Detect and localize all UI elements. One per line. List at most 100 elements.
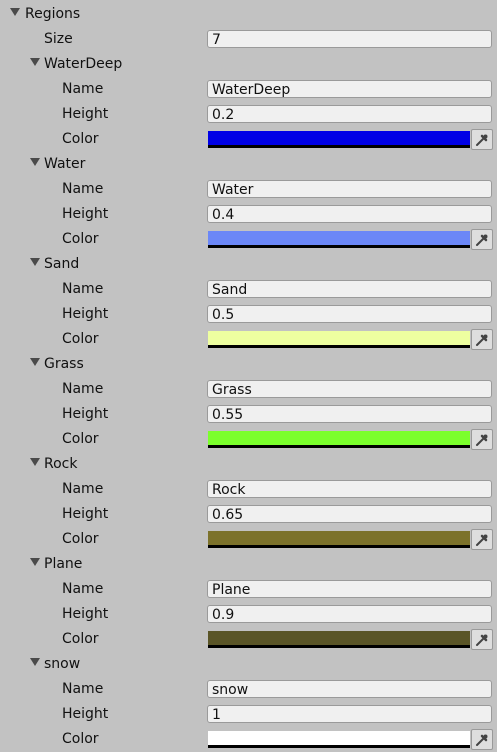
foldout-triangle-icon[interactable] bbox=[10, 8, 20, 16]
name-field[interactable]: Plane bbox=[207, 580, 492, 598]
height-value: 1 bbox=[212, 707, 221, 723]
height-label: Height bbox=[62, 206, 109, 222]
height-row: Height 0.2 bbox=[0, 102, 497, 127]
color-row: Color bbox=[0, 327, 497, 352]
name-field[interactable]: Sand bbox=[207, 280, 492, 298]
region-foldout-row[interactable]: Rock bbox=[0, 452, 497, 477]
name-value: Water bbox=[212, 182, 254, 198]
region-foldout-row[interactable]: Grass bbox=[0, 352, 497, 377]
eyedropper-icon bbox=[476, 734, 488, 746]
color-swatch[interactable] bbox=[208, 131, 470, 148]
height-field[interactable]: 0.9 bbox=[207, 605, 492, 623]
region-foldout-row[interactable]: Water bbox=[0, 152, 497, 177]
region-title: Rock bbox=[44, 456, 78, 472]
regions-label: Regions bbox=[25, 6, 81, 22]
size-value: 7 bbox=[212, 32, 221, 48]
color-label: Color bbox=[62, 331, 99, 347]
height-field[interactable]: 0.5 bbox=[207, 305, 492, 323]
name-field[interactable]: snow bbox=[207, 680, 492, 698]
eyedropper-icon bbox=[476, 534, 488, 546]
color-label: Color bbox=[62, 731, 99, 747]
height-field[interactable]: 0.55 bbox=[207, 405, 492, 423]
height-value: 0.2 bbox=[212, 107, 235, 123]
color-row: Color bbox=[0, 227, 497, 252]
name-field[interactable]: Grass bbox=[207, 380, 492, 398]
eyedropper-button[interactable] bbox=[471, 729, 493, 750]
name-row: Name Rock bbox=[0, 477, 497, 502]
color-swatch[interactable] bbox=[208, 331, 470, 348]
height-row: Height 0.5 bbox=[0, 302, 497, 327]
color-label: Color bbox=[62, 131, 99, 147]
foldout-triangle-icon[interactable] bbox=[30, 258, 40, 266]
height-field[interactable]: 0.2 bbox=[207, 105, 492, 123]
color-swatch[interactable] bbox=[208, 531, 470, 548]
regions-foldout-row[interactable]: Regions bbox=[0, 2, 497, 27]
eyedropper-icon bbox=[476, 334, 488, 346]
eyedropper-icon bbox=[476, 634, 488, 646]
color-swatch[interactable] bbox=[208, 731, 470, 748]
height-value: 0.55 bbox=[212, 407, 244, 423]
color-swatch[interactable] bbox=[208, 631, 470, 648]
height-value: 0.5 bbox=[212, 307, 235, 323]
foldout-triangle-icon[interactable] bbox=[30, 558, 40, 566]
height-row: Height 1 bbox=[0, 702, 497, 727]
name-row: Name Plane bbox=[0, 577, 497, 602]
name-value: Grass bbox=[212, 382, 252, 398]
size-label: Size bbox=[44, 31, 73, 47]
eyedropper-button[interactable] bbox=[471, 629, 493, 650]
height-row: Height 0.4 bbox=[0, 202, 497, 227]
foldout-triangle-icon[interactable] bbox=[30, 58, 40, 66]
region-foldout-row[interactable]: snow bbox=[0, 652, 497, 677]
height-label: Height bbox=[62, 406, 109, 422]
name-field[interactable]: Rock bbox=[207, 480, 492, 498]
name-field[interactable]: Water bbox=[207, 180, 492, 198]
name-field[interactable]: WaterDeep bbox=[207, 80, 492, 98]
eyedropper-button[interactable] bbox=[471, 329, 493, 350]
eyedropper-icon bbox=[476, 234, 488, 246]
region-title: Grass bbox=[44, 356, 84, 372]
height-field[interactable]: 0.65 bbox=[207, 505, 492, 523]
height-field[interactable]: 0.4 bbox=[207, 205, 492, 223]
foldout-triangle-icon[interactable] bbox=[30, 658, 40, 666]
foldout-triangle-icon[interactable] bbox=[30, 158, 40, 166]
color-row: Color bbox=[0, 527, 497, 552]
eyedropper-button[interactable] bbox=[471, 129, 493, 150]
color-swatch[interactable] bbox=[208, 231, 470, 248]
height-label: Height bbox=[62, 306, 109, 322]
size-row: Size 7 bbox=[0, 27, 497, 52]
eyedropper-button[interactable] bbox=[471, 429, 493, 450]
color-row: Color bbox=[0, 627, 497, 652]
name-label: Name bbox=[62, 581, 104, 597]
region-title: Sand bbox=[44, 256, 80, 272]
height-row: Height 0.55 bbox=[0, 402, 497, 427]
height-value: 0.9 bbox=[212, 607, 235, 623]
name-label: Name bbox=[62, 281, 104, 297]
eyedropper-icon bbox=[476, 134, 488, 146]
region-title: Plane bbox=[44, 556, 83, 572]
height-row: Height 0.9 bbox=[0, 602, 497, 627]
height-label: Height bbox=[62, 606, 109, 622]
region-foldout-row[interactable]: Sand bbox=[0, 252, 497, 277]
region-title: Water bbox=[44, 156, 86, 172]
color-row: Color bbox=[0, 727, 497, 752]
height-label: Height bbox=[62, 106, 109, 122]
height-row: Height 0.65 bbox=[0, 502, 497, 527]
name-row: Name Grass bbox=[0, 377, 497, 402]
color-label: Color bbox=[62, 231, 99, 247]
color-label: Color bbox=[62, 531, 99, 547]
eyedropper-button[interactable] bbox=[471, 229, 493, 250]
name-label: Name bbox=[62, 81, 104, 97]
name-row: Name snow bbox=[0, 677, 497, 702]
height-field[interactable]: 1 bbox=[207, 705, 492, 723]
foldout-triangle-icon[interactable] bbox=[30, 358, 40, 366]
size-field[interactable]: 7 bbox=[207, 30, 492, 48]
name-label: Name bbox=[62, 381, 104, 397]
height-label: Height bbox=[62, 506, 109, 522]
region-foldout-row[interactable]: WaterDeep bbox=[0, 52, 497, 77]
color-swatch[interactable] bbox=[208, 431, 470, 448]
color-label: Color bbox=[62, 431, 99, 447]
foldout-triangle-icon[interactable] bbox=[30, 458, 40, 466]
region-foldout-row[interactable]: Plane bbox=[0, 552, 497, 577]
name-row: Name Sand bbox=[0, 277, 497, 302]
eyedropper-button[interactable] bbox=[471, 529, 493, 550]
